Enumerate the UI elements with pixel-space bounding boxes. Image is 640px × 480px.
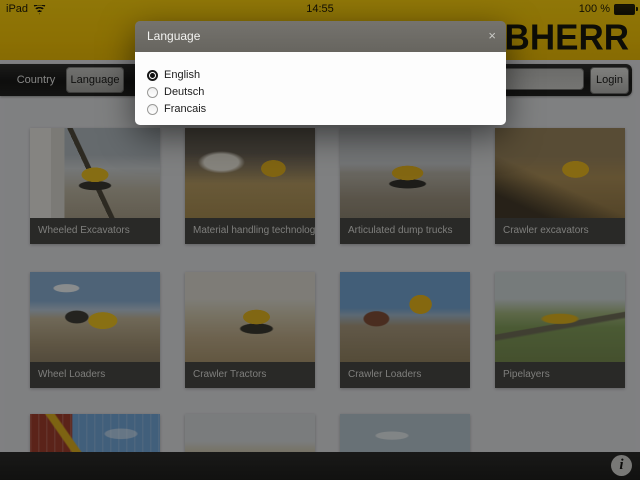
- close-icon[interactable]: ×: [488, 21, 496, 51]
- dialog-body: English Deutsch Francais: [135, 52, 506, 125]
- radio-unchecked-icon[interactable]: [147, 104, 158, 115]
- dialog-title: Language: [135, 21, 506, 52]
- option-english[interactable]: English: [147, 67, 506, 83]
- option-francais[interactable]: Francais: [147, 101, 506, 117]
- radio-checked-icon[interactable]: [147, 70, 158, 81]
- option-deutsch[interactable]: Deutsch: [147, 84, 506, 100]
- option-label: Deutsch: [164, 86, 204, 98]
- radio-unchecked-icon[interactable]: [147, 87, 158, 98]
- app-screen: LIEBHERR iPad 14:55 100 % Country Langua…: [0, 0, 640, 480]
- option-label: Francais: [164, 103, 206, 115]
- option-label: English: [164, 69, 200, 81]
- language-dialog: Language × English Deutsch Francais: [135, 21, 506, 125]
- dialog-header: Language ×: [135, 21, 506, 52]
